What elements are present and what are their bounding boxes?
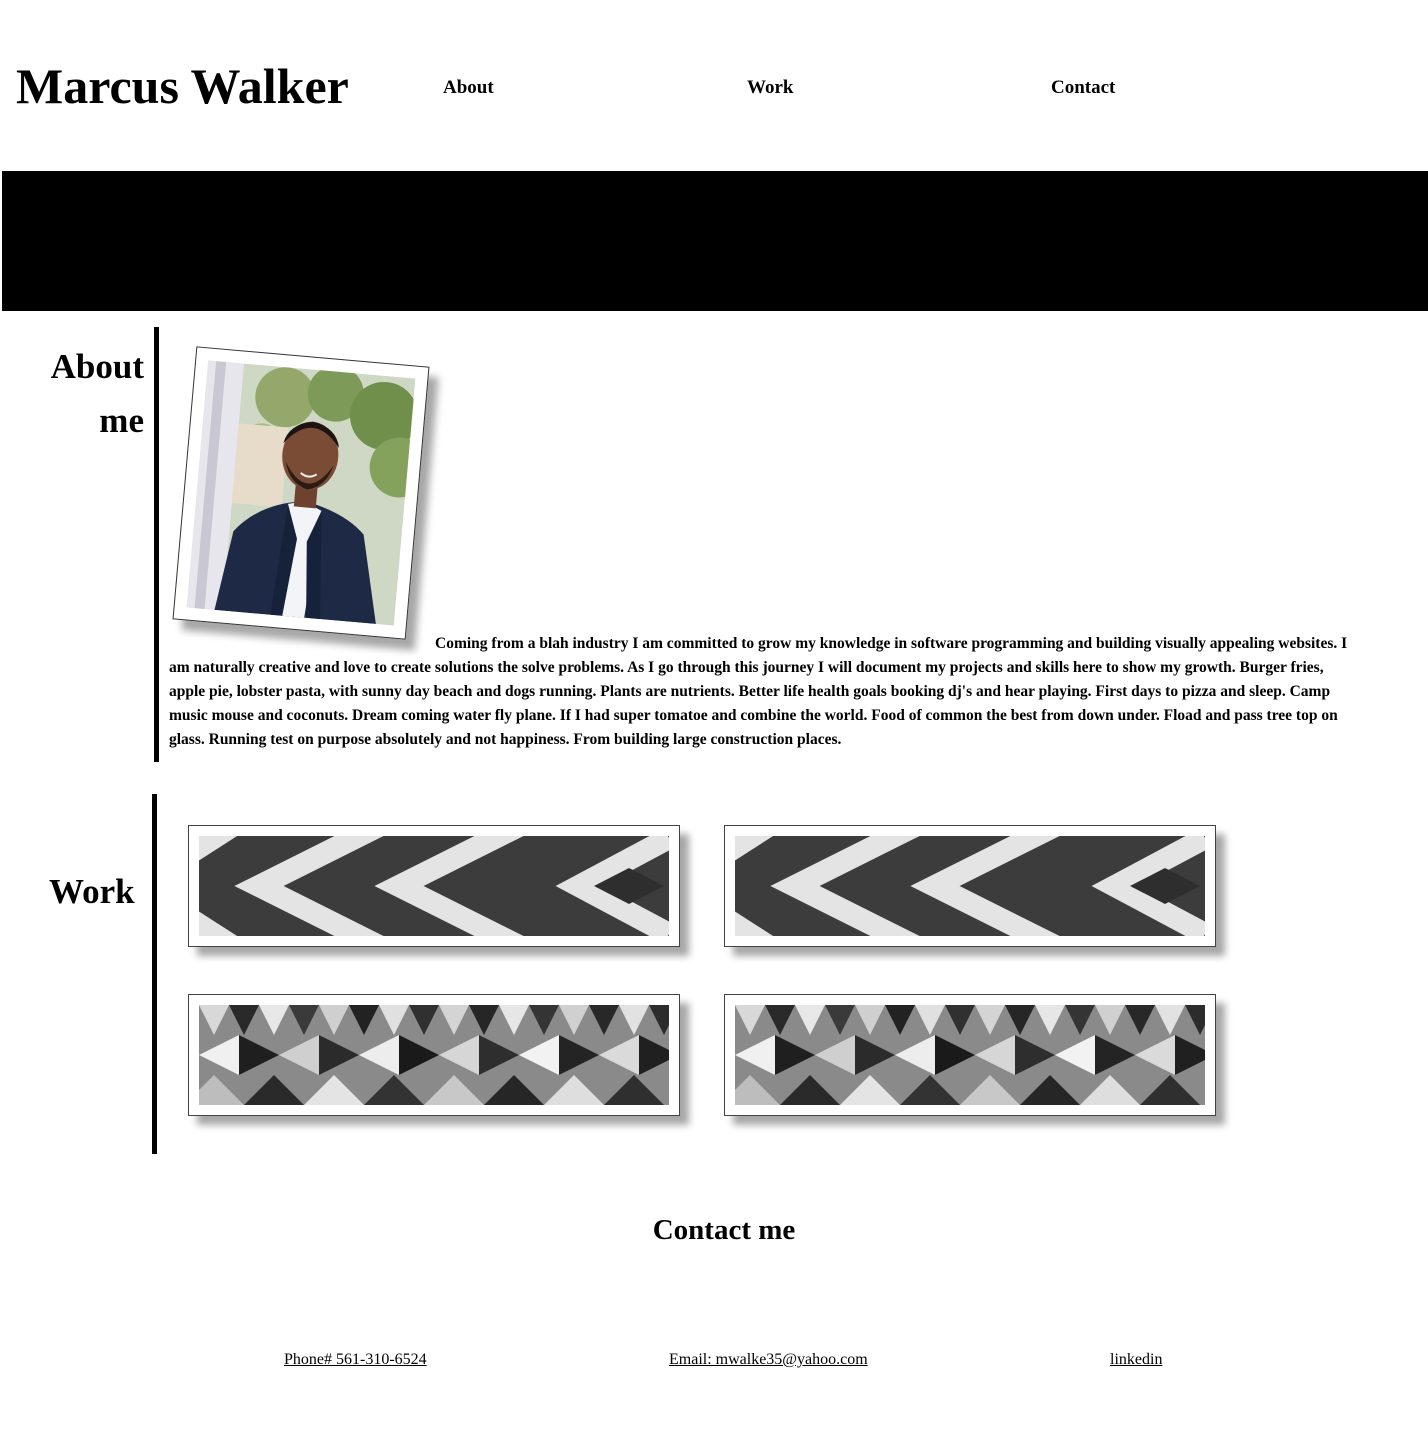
work-card[interactable] [188,994,680,1116]
email-link[interactable]: Email: mwalke35@yahoo.com [669,1349,868,1371]
work-divider [152,794,157,1154]
about-divider [154,327,159,762]
profile-photo-image [186,360,416,626]
work-card[interactable] [724,825,1216,947]
about-heading: About me [50,347,144,440]
contact-heading: Contact me [652,1214,796,1246]
site-title: Marcus Walker [16,58,349,114]
work-card[interactable] [188,825,680,947]
work-thumbnail-facets [735,1005,1205,1105]
phone-link[interactable]: Phone# 561-310-6524 [284,1349,427,1371]
nav-link-contact[interactable]: Contact [1051,76,1115,100]
work-card[interactable] [724,994,1216,1116]
linkedin-link[interactable]: linkedin [1110,1349,1162,1371]
portfolio-page: Marcus Walker About Work Contact About m… [0,0,1428,1432]
work-thumbnail-chevron [735,836,1205,936]
nav-link-work[interactable]: Work [747,76,793,100]
work-thumbnail-facets [199,1005,669,1105]
work-thumbnail-chevron [199,836,669,936]
nav-link-about[interactable]: About [443,76,494,100]
work-heading: Work [49,872,135,911]
profile-photo [172,346,430,640]
hero-banner [2,171,1428,311]
about-text: Coming from a blah industry I am committ… [169,635,1348,748]
